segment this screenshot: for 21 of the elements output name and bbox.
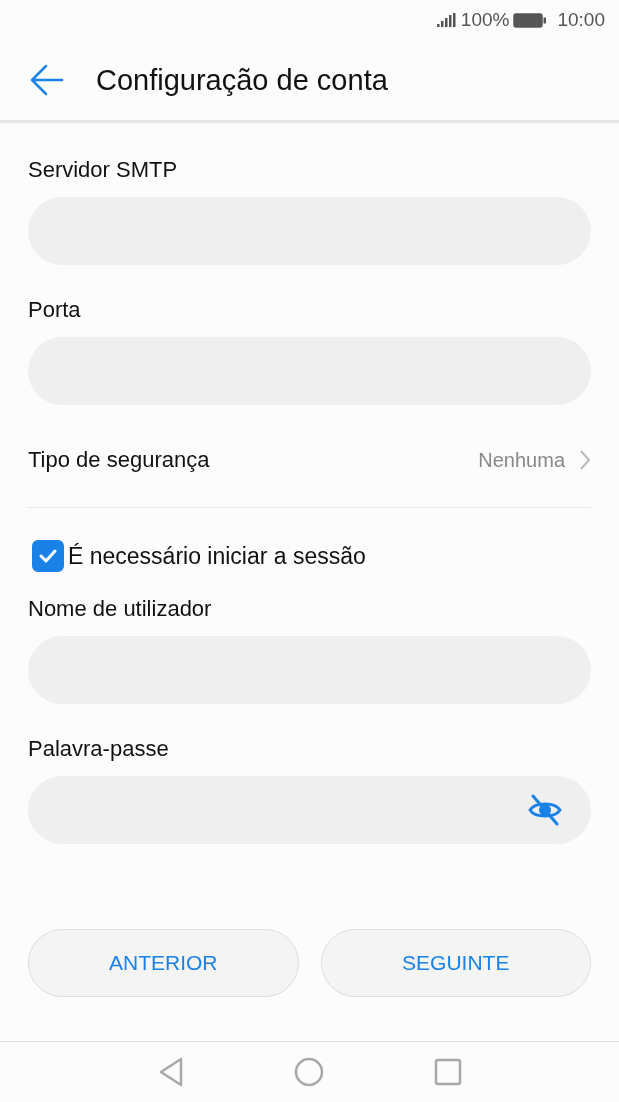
checkmark-icon <box>38 548 58 564</box>
security-type-row[interactable]: Tipo de segurança Nenhuma <box>28 413 591 508</box>
battery-icon <box>513 12 548 28</box>
checkbox-label: É necessário iniciar a sessão <box>68 542 366 570</box>
signal-icon <box>436 13 457 27</box>
screen-title: Configuração de conta <box>96 63 388 97</box>
field-label: Palavra-passe <box>28 736 170 762</box>
eye-slash-icon[interactable] <box>527 794 563 826</box>
back-arrow-icon[interactable] <box>30 64 64 96</box>
back-triangle-icon[interactable] <box>157 1057 184 1087</box>
clock: 10:00 <box>557 9 605 31</box>
battery-percent: 100% <box>460 9 510 31</box>
chevron-right-icon <box>579 449 591 471</box>
field-label: Porta <box>28 297 82 323</box>
recents-square-icon[interactable] <box>433 1058 462 1086</box>
field-label: Nome de utilizador <box>28 596 213 622</box>
nav-button[interactable]: SEGUINTE <box>320 929 591 997</box>
checkbox[interactable] <box>32 540 64 572</box>
nav-button[interactable]: ANTERIOR <box>28 929 299 997</box>
field-label: Servidor SMTP <box>28 157 179 183</box>
home-circle-icon[interactable] <box>293 1057 324 1087</box>
